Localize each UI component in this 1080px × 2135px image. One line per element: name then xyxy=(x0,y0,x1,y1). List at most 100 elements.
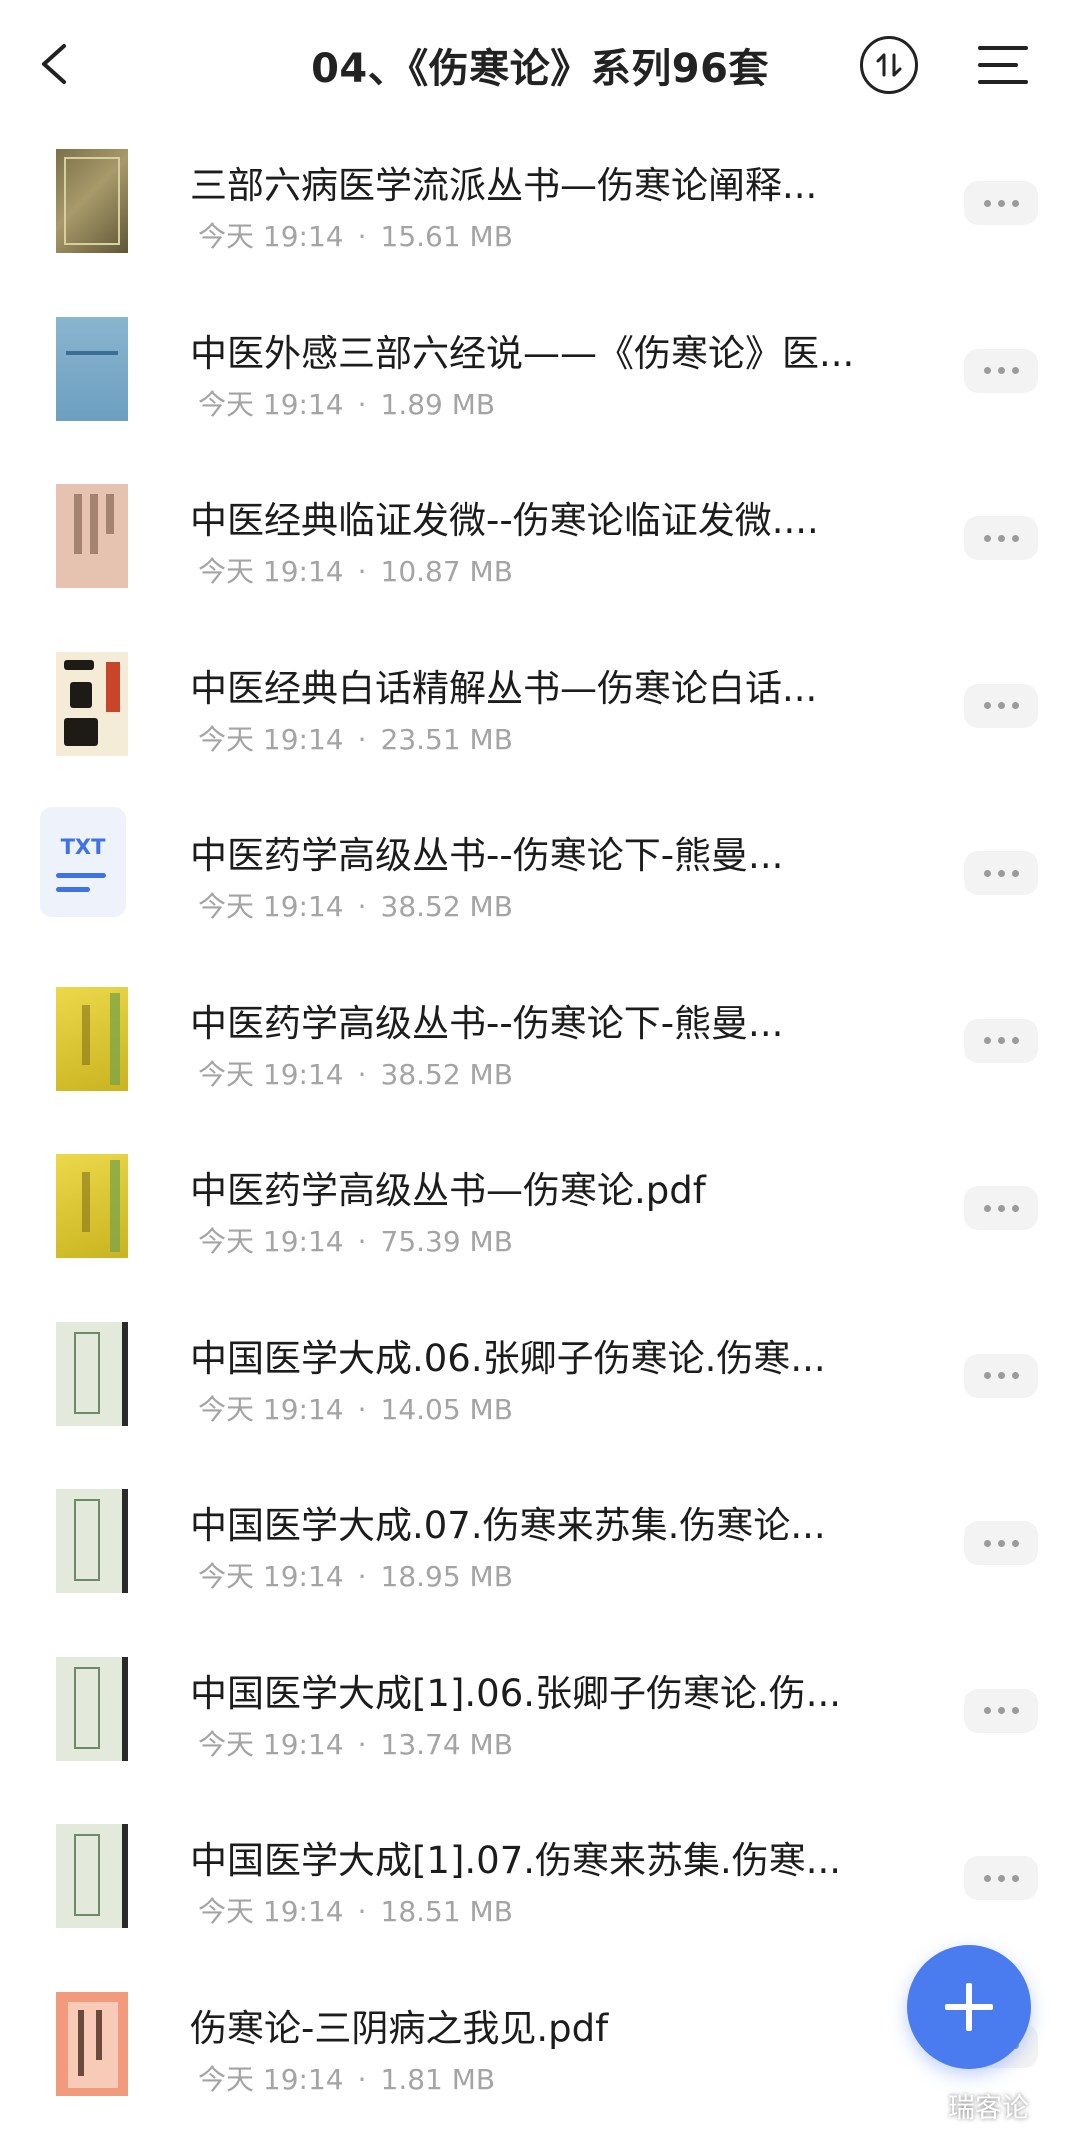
more-dots-icon xyxy=(984,200,1019,207)
sort-icon xyxy=(873,49,905,81)
meta-separator: · xyxy=(358,1225,367,1258)
file-meta: 今天 19:14 · 23.51 MB xyxy=(198,718,513,758)
file-date: 今天 19:14 xyxy=(198,1393,344,1426)
file-meta: 今天 19:14·18.95 MB xyxy=(198,1555,513,1595)
file-thumbnail xyxy=(56,1489,128,1593)
file-size: 13.74 MB xyxy=(381,1728,513,1761)
file-thumbnail xyxy=(56,1992,128,2096)
file-size: 75.39 MB xyxy=(381,1225,513,1258)
file-date: 今天 19:14 xyxy=(198,1728,344,1761)
more-options-button[interactable] xyxy=(964,1856,1038,1900)
file-row[interactable]: 中医药学高级丛书--伤寒论下-熊曼... 今天 19:14 · 38.52 MB xyxy=(0,963,1080,1131)
file-meta: 今天 19:14 · 38.52 MB xyxy=(198,885,513,925)
file-thumbnail xyxy=(56,1824,128,1928)
file-meta: 今天 19:14 · 1.81 MB xyxy=(198,2058,495,2098)
more-options-button[interactable] xyxy=(964,1019,1038,1063)
more-dots-icon xyxy=(984,702,1019,709)
meta-separator: · xyxy=(358,388,367,421)
file-row[interactable]: 中医经典临证发微--伤寒论临证发微....今天 19:14·10.87 MB xyxy=(0,460,1080,628)
file-date: 今天 19:14 xyxy=(198,1225,344,1258)
file-row[interactable]: 中医外感三部六经说——《伤寒论》医... 今天 19:14 · 1.89 MB xyxy=(0,293,1080,461)
meta-separator: · xyxy=(358,1728,367,1761)
more-options-button[interactable] xyxy=(964,851,1038,895)
meta-separator: · xyxy=(358,555,367,588)
file-size: 10.87 MB xyxy=(381,555,513,588)
meta-separator: · xyxy=(358,1560,367,1593)
meta-separator: · xyxy=(358,890,367,923)
file-size: 15.61 MB xyxy=(381,220,513,253)
file-date: 今天 19:14 xyxy=(198,723,344,756)
file-thumbnail xyxy=(56,317,128,421)
file-meta: 今天 19:14 · 75.39 MB xyxy=(198,1220,513,1260)
file-size: 1.81 MB xyxy=(381,2063,496,2096)
more-options-button[interactable] xyxy=(964,1354,1038,1398)
file-list: 三部六病医学流派丛书—伤寒论阐释...今天 19:14·15.61 MB中医外感… xyxy=(0,125,1080,2135)
menu-button[interactable] xyxy=(976,40,1032,90)
file-meta: 今天 19:14 · 14.05 MB xyxy=(198,1388,513,1428)
file-row[interactable]: 中国医学大成[1].06.张卿子伤寒论.伤... 今天 19:14 · 13.74 M… xyxy=(0,1633,1080,1801)
file-row[interactable]: TXT 中医药学高级丛书--伤寒论下-熊曼... 今天 19:14 · 38.52 MB xyxy=(0,795,1080,963)
add-button[interactable] xyxy=(907,1945,1031,2069)
file-name: 中国医学大成[1].07.伤寒来苏集.伤寒... xyxy=(190,1830,920,1884)
more-dots-icon xyxy=(984,535,1019,542)
file-row[interactable]: 三部六病医学流派丛书—伤寒论阐释... 今天 19:14·15.61 MB xyxy=(0,125,1080,293)
file-size: 18.51 MB xyxy=(381,1895,513,1928)
file-name: 三部六病医学流派丛书—伤寒论阐释... xyxy=(190,155,920,209)
file-size: 1.89 MB xyxy=(381,388,496,421)
sort-button[interactable] xyxy=(860,36,918,94)
file-date: 今天 19:14 xyxy=(198,220,344,253)
file-thumbnail xyxy=(56,1322,128,1426)
file-thumbnail xyxy=(56,652,128,756)
file-meta: 今天 19:14·18.51 MB xyxy=(198,1890,513,1930)
menu-icon xyxy=(976,40,1032,90)
file-row[interactable]: 中国医学大成[1].07.伤寒来苏集.伤寒...今天 19:14·18.51 M… xyxy=(0,1800,1080,1968)
file-size: 38.52 MB xyxy=(381,1058,513,1091)
more-options-button[interactable] xyxy=(964,1186,1038,1230)
more-dots-icon xyxy=(984,1205,1019,1212)
file-thumbnail xyxy=(56,1657,128,1761)
file-row[interactable]: 中医经典白话精解丛书—伤寒论白话...今天 19:14·23.51 MB xyxy=(0,628,1080,796)
file-date: 今天 19:14 xyxy=(198,388,344,421)
more-options-button[interactable] xyxy=(964,181,1038,225)
back-button[interactable] xyxy=(26,36,82,92)
more-options-button[interactable] xyxy=(964,349,1038,393)
top-bar: 04、《伤寒论》系列96套 xyxy=(0,0,1080,130)
more-options-button[interactable] xyxy=(964,516,1038,560)
file-meta: 今天 19:14 · 1.89 MB xyxy=(198,383,495,423)
file-size: 38.52 MB xyxy=(381,890,513,923)
file-date: 今天 19:14 xyxy=(198,1058,344,1091)
meta-separator: · xyxy=(358,1895,367,1928)
more-options-button[interactable] xyxy=(964,684,1038,728)
file-thumbnail xyxy=(56,987,128,1091)
file-type-label: TXT xyxy=(40,835,126,859)
txt-file-icon: TXT xyxy=(40,807,126,917)
more-dots-icon xyxy=(984,1875,1019,1882)
file-name: 中医药学高级丛书--伤寒论下-熊曼... xyxy=(190,825,920,879)
file-date: 今天 19:14 xyxy=(198,1560,344,1593)
file-name: 中医药学高级丛书--伤寒论下-熊曼... xyxy=(190,993,920,1047)
meta-separator: · xyxy=(358,723,367,756)
file-name: 中医药学高级丛书—伤寒论.pdf xyxy=(190,1160,920,1214)
meta-separator: · xyxy=(358,1393,367,1426)
file-meta: 今天 19:14 · 13.74 MB xyxy=(198,1723,513,1763)
file-date: 今天 19:14 xyxy=(198,890,344,923)
file-row[interactable]: 中国医学大成.07.伤寒来苏集.伤寒论...今天 19:14·18.95 MB xyxy=(0,1465,1080,1633)
file-date: 今天 19:14 xyxy=(198,2063,344,2096)
file-row[interactable]: 中医药学高级丛书—伤寒论.pdf 今天 19:14 · 75.39 MB xyxy=(0,1130,1080,1298)
file-row[interactable]: 中国医学大成.06.张卿子伤寒论.伤寒...今天 19:14·14.05 MB xyxy=(0,1298,1080,1466)
more-options-button[interactable] xyxy=(964,1521,1038,1565)
meta-separator: · xyxy=(358,1058,367,1091)
more-options-button[interactable] xyxy=(964,1689,1038,1733)
file-thumbnail xyxy=(56,484,128,588)
meta-separator: · xyxy=(358,2063,367,2096)
file-date: 今天 19:14 xyxy=(198,555,344,588)
watermark: 瑞客论 xyxy=(948,2086,1029,2125)
file-name: 中国医学大成[1].06.张卿子伤寒论.伤... xyxy=(190,1663,920,1717)
more-dots-icon xyxy=(984,1037,1019,1044)
file-meta: 今天 19:14·15.61 MB xyxy=(198,215,513,255)
file-size: 14.05 MB xyxy=(381,1393,513,1426)
more-dots-icon xyxy=(984,1540,1019,1547)
file-name: 中医外感三部六经说——《伤寒论》医... xyxy=(190,323,920,377)
file-size: 23.51 MB xyxy=(381,723,513,756)
more-dots-icon xyxy=(984,367,1019,374)
